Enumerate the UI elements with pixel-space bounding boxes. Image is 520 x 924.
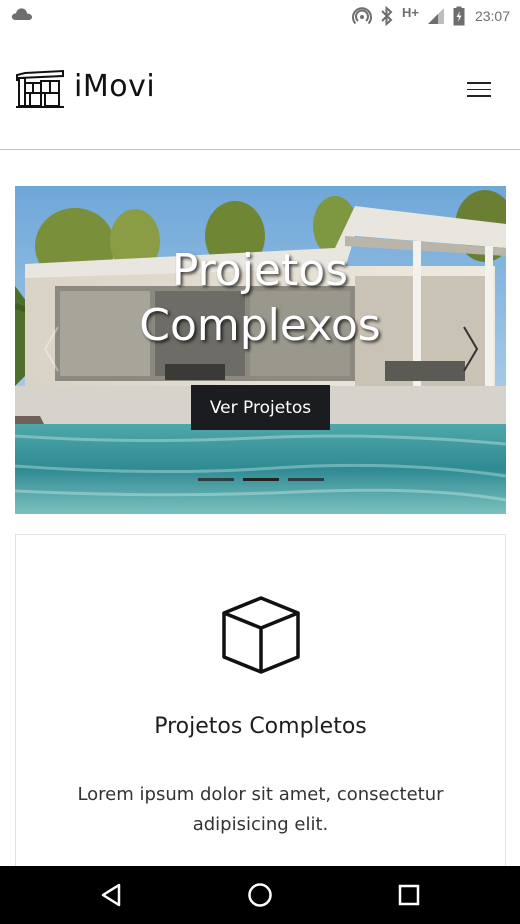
- carousel-indicator-1[interactable]: [198, 478, 234, 481]
- feature-card: Projetos Completos Lorem ipsum dolor sit…: [15, 534, 506, 874]
- carousel-indicators: [198, 478, 324, 481]
- house-logo-icon[interactable]: [15, 69, 65, 114]
- carousel-indicator-3[interactable]: [288, 478, 324, 481]
- app-screen: H+ 23:07 iMovi Projetos Complexos Ver Pr…: [0, 0, 520, 924]
- chevron-right-icon[interactable]: [460, 324, 482, 379]
- system-nav-bar: [0, 866, 520, 924]
- bluetooth-icon: [380, 6, 394, 26]
- recents-icon[interactable]: [397, 882, 421, 913]
- back-icon[interactable]: [99, 882, 123, 913]
- site-header: iMovi: [0, 32, 520, 150]
- slide-title-line2: Complexos: [139, 300, 381, 351]
- view-projects-button[interactable]: Ver Projetos: [191, 385, 330, 430]
- network-type: H+: [401, 4, 419, 20]
- status-icons: H+ 23:07: [351, 4, 510, 28]
- chevron-left-icon[interactable]: [40, 324, 62, 379]
- cube-icon: [221, 595, 301, 680]
- clock: 23:07: [474, 8, 510, 24]
- brand-name[interactable]: iMovi: [74, 69, 155, 104]
- hamburger-menu-icon[interactable]: [467, 82, 491, 100]
- slide-title: Projetos Complexos: [0, 243, 520, 353]
- card-text: Lorem ipsum dolor sit amet, consectetur …: [77, 784, 444, 835]
- battery-charging-icon: [453, 6, 465, 26]
- status-bar: H+ 23:07: [0, 0, 520, 32]
- hotspot-icon: [351, 6, 372, 26]
- carousel-indicator-2[interactable]: [243, 478, 279, 481]
- card-title: Projetos Completos: [154, 714, 367, 739]
- cloud-icon: [11, 7, 33, 26]
- signal-icon: [427, 7, 445, 25]
- slide-title-line1: Projetos: [171, 245, 349, 296]
- home-icon[interactable]: [247, 882, 273, 913]
